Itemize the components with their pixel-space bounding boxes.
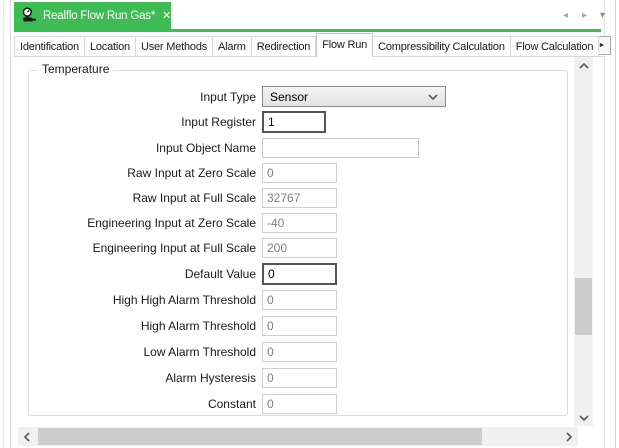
engineering-input-full-scale-field <box>262 238 337 258</box>
form-row: Input Type Sensor <box>29 86 549 107</box>
high-alarm-threshold-field <box>262 316 337 336</box>
form-row: Constant <box>29 394 549 414</box>
doc-nav-forward-icon[interactable]: ▸ <box>582 8 587 22</box>
low-alarm-threshold-field <box>262 342 337 362</box>
close-icon[interactable]: ✕ <box>160 9 171 22</box>
input-type-combobox[interactable]: Sensor <box>262 86 446 107</box>
high-high-alarm-threshold-label: High High Alarm Threshold <box>29 293 256 307</box>
raw-input-zero-scale-field <box>262 163 337 183</box>
scroll-up-icon[interactable] <box>574 57 593 74</box>
form-row: High Alarm Threshold <box>29 316 549 336</box>
tab-user-methods[interactable]: User Methods <box>136 36 213 56</box>
groupbox-title: Temperature <box>38 62 113 76</box>
scroll-left-icon[interactable] <box>18 427 36 446</box>
engineering-input-zero-scale-field <box>262 213 337 233</box>
form-row: Engineering Input at Full Scale <box>29 238 549 258</box>
raw-input-zero-scale-label: Raw Input at Zero Scale <box>29 166 256 180</box>
input-object-name-field[interactable] <box>262 138 419 158</box>
input-object-name-label: Input Object Name <box>29 141 256 155</box>
input-type-label: Input Type <box>29 90 256 104</box>
flow-computer-icon <box>21 7 38 24</box>
default-value-label: Default Value <box>29 267 256 281</box>
tab-alarm[interactable]: Alarm <box>213 36 252 56</box>
form-row: Default Value <box>29 263 549 285</box>
alarm-hysteresis-label: Alarm Hysteresis <box>29 371 256 385</box>
tab-location[interactable]: Location <box>85 36 136 56</box>
alarm-hysteresis-field <box>262 368 337 388</box>
tab-flow-calculation[interactable]: Flow Calculation <box>511 36 600 56</box>
combobox-value: Sensor <box>270 90 428 104</box>
doc-nav-back-icon[interactable]: ◂ <box>563 8 568 22</box>
constant-field <box>262 394 337 414</box>
form-row: Input Object Name <box>29 138 549 158</box>
default-value-field[interactable] <box>262 263 337 285</box>
scroll-right-icon[interactable] <box>560 427 578 446</box>
form-row: High High Alarm Threshold <box>29 290 549 310</box>
form-row: Alarm Hysteresis <box>29 368 549 388</box>
form-row: Input Register <box>29 111 549 133</box>
constant-label: Constant <box>29 397 256 411</box>
scroll-down-icon[interactable] <box>574 409 593 426</box>
tab-compressibility-calculation[interactable]: Compressibility Calculation <box>373 36 511 56</box>
doc-nav-list-icon[interactable]: ▾ <box>600 8 605 22</box>
right-gutter-line-inner <box>604 0 605 448</box>
engineering-input-full-scale-label: Engineering Input at Full Scale <box>29 241 256 255</box>
chevron-down-icon <box>428 94 438 100</box>
raw-input-full-scale-label: Raw Input at Full Scale <box>29 191 256 205</box>
horizontal-scrollbar-thumb[interactable] <box>38 428 482 445</box>
low-alarm-threshold-label: Low Alarm Threshold <box>29 345 256 359</box>
tab-flow-run[interactable]: Flow Run <box>316 33 373 57</box>
left-gutter-line-inner <box>10 0 11 448</box>
form-row: Raw Input at Full Scale <box>29 188 549 208</box>
engineering-input-zero-scale-label: Engineering Input at Zero Scale <box>29 216 256 230</box>
document-tab-title: Realflo Flow Run Gas* <box>43 10 155 22</box>
temperature-groupbox: Temperature Input Type Sensor Input Regi… <box>28 70 568 416</box>
tab-identification[interactable]: Identification <box>14 36 85 56</box>
form-row: Engineering Input at Zero Scale <box>29 213 549 233</box>
input-register-field[interactable] <box>262 111 326 133</box>
high-high-alarm-threshold-field <box>262 290 337 310</box>
active-document-underline <box>14 29 601 32</box>
high-alarm-threshold-label: High Alarm Threshold <box>29 319 256 333</box>
raw-input-full-scale-field <box>262 188 337 208</box>
document-tab[interactable]: Realflo Flow Run Gas* ✕ <box>14 2 171 29</box>
tab-redirection[interactable]: Redirection <box>252 36 316 56</box>
horizontal-scrollbar[interactable] <box>18 427 578 446</box>
vertical-scrollbar-thumb[interactable] <box>575 278 592 335</box>
left-gutter-line-outer <box>3 0 4 448</box>
form-row: Low Alarm Threshold <box>29 342 549 362</box>
vertical-scrollbar[interactable] <box>574 57 593 426</box>
tab-strip: Identification Location User Methods Ala… <box>14 33 599 57</box>
right-gutter-line-outer <box>615 0 616 448</box>
input-register-label: Input Register <box>29 115 256 129</box>
form-row: Raw Input at Zero Scale <box>29 163 549 183</box>
